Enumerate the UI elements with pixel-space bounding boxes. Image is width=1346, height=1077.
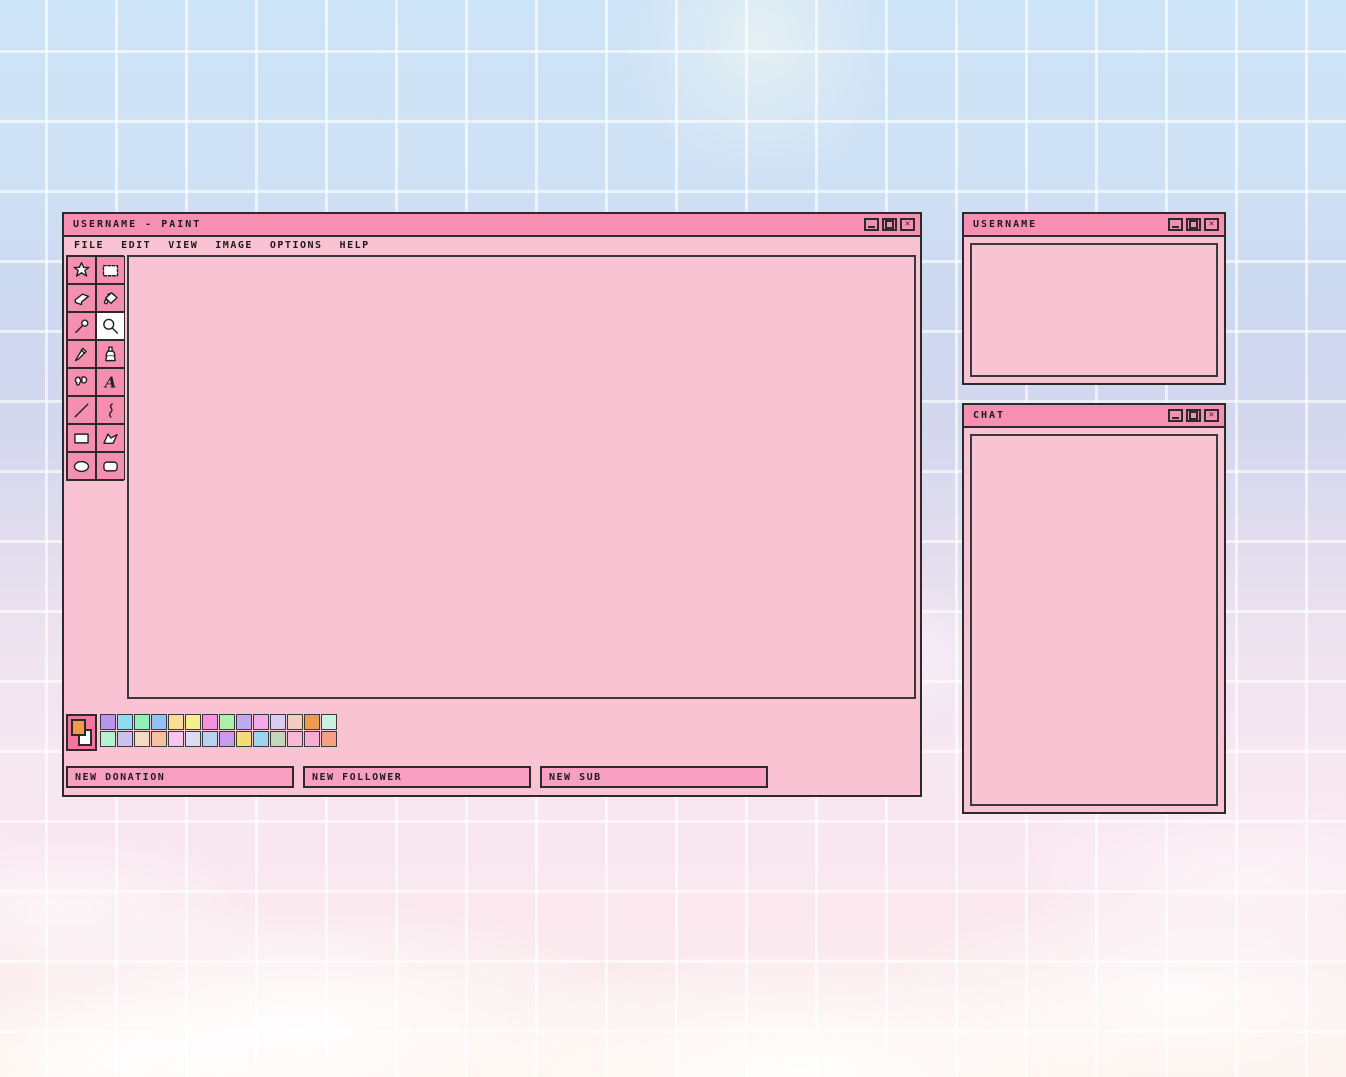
color-swatch-1-14[interactable] bbox=[321, 714, 337, 730]
event-bar-label: NEW FOLLOWER bbox=[305, 772, 402, 783]
event-bars: NEW DONATION NEW FOLLOWER NEW SUB bbox=[66, 766, 768, 788]
color-swatch-1-13[interactable] bbox=[304, 714, 320, 730]
minimize-button[interactable] bbox=[864, 218, 879, 231]
paint-window: USERNAME - PAINT FILE EDIT VIEW IMAGE OPTION… bbox=[62, 212, 922, 797]
username-window: USERNAME bbox=[962, 212, 1226, 385]
menu-item-image[interactable]: IMAGE bbox=[215, 240, 253, 251]
maximize-button[interactable] bbox=[1186, 218, 1201, 231]
tool-curve-icon[interactable] bbox=[96, 396, 125, 424]
chat-window-titlebar[interactable]: CHAT bbox=[964, 405, 1224, 428]
new-donation-bar: NEW DONATION bbox=[66, 766, 294, 788]
menu-item-help[interactable]: HELP bbox=[340, 240, 370, 251]
maximize-button[interactable] bbox=[882, 218, 897, 231]
color-swatch-1-8[interactable] bbox=[219, 714, 235, 730]
color-swatch-1-12[interactable] bbox=[287, 714, 303, 730]
new-sub-bar: NEW SUB bbox=[540, 766, 768, 788]
color-swatch-2-14[interactable] bbox=[321, 731, 337, 747]
color-swatch-2-7[interactable] bbox=[202, 731, 218, 747]
paint-canvas[interactable] bbox=[127, 255, 916, 699]
color-swatch-1-9[interactable] bbox=[236, 714, 252, 730]
color-swatch-2-13[interactable] bbox=[304, 731, 320, 747]
tool-brush-icon[interactable] bbox=[96, 340, 125, 368]
username-window-controls bbox=[1168, 218, 1224, 231]
tool-freeform-select-icon[interactable] bbox=[67, 256, 96, 284]
menu-item-edit[interactable]: EDIT bbox=[121, 240, 151, 251]
new-follower-bar: NEW FOLLOWER bbox=[303, 766, 531, 788]
color-swatch-2-6[interactable] bbox=[185, 731, 201, 747]
menu-item-options[interactable]: OPTIONS bbox=[270, 240, 323, 251]
color-swatch-2-2[interactable] bbox=[117, 731, 133, 747]
color-swatch-2-11[interactable] bbox=[270, 731, 286, 747]
color-swatch-2-12[interactable] bbox=[287, 731, 303, 747]
event-bar-label: NEW SUB bbox=[542, 772, 602, 783]
minimize-button[interactable] bbox=[1168, 409, 1183, 422]
color-swatch-1-10[interactable] bbox=[253, 714, 269, 730]
chat-window-title: CHAT bbox=[964, 410, 1005, 421]
current-colors-indicator[interactable] bbox=[66, 714, 97, 751]
color-swatch-1-7[interactable] bbox=[202, 714, 218, 730]
color-swatch-1-1[interactable] bbox=[100, 714, 116, 730]
chat-window-content bbox=[970, 434, 1218, 806]
tool-rectangle-icon[interactable] bbox=[67, 424, 96, 452]
menu-bar: FILE EDIT VIEW IMAGE OPTIONS HELP bbox=[64, 235, 920, 255]
desktop: USERNAME - PAINT FILE EDIT VIEW IMAGE OPTION… bbox=[0, 0, 1346, 1077]
tool-rounded-rectangle-icon[interactable] bbox=[96, 452, 125, 480]
foreground-color-swatch bbox=[71, 719, 86, 736]
color-swatch-2-3[interactable] bbox=[134, 731, 150, 747]
paint-window-titlebar[interactable]: USERNAME - PAINT bbox=[64, 214, 920, 237]
tool-pencil-icon[interactable] bbox=[67, 340, 96, 368]
tool-eraser-icon[interactable] bbox=[67, 284, 96, 312]
tool-polygon-icon[interactable] bbox=[96, 424, 125, 452]
color-swatch-2-8[interactable] bbox=[219, 731, 235, 747]
tool-line-icon[interactable] bbox=[67, 396, 96, 424]
color-swatch-1-2[interactable] bbox=[117, 714, 133, 730]
event-bar-label: NEW DONATION bbox=[68, 772, 165, 783]
close-button[interactable] bbox=[900, 218, 915, 231]
tool-select-icon[interactable] bbox=[96, 256, 125, 284]
username-window-titlebar[interactable]: USERNAME bbox=[964, 214, 1224, 237]
tool-ellipse-icon[interactable] bbox=[67, 452, 96, 480]
color-palette bbox=[100, 714, 337, 747]
color-swatch-1-6[interactable] bbox=[185, 714, 201, 730]
paint-window-title: USERNAME - PAINT bbox=[64, 219, 201, 230]
color-swatch-1-11[interactable] bbox=[270, 714, 286, 730]
color-swatch-2-5[interactable] bbox=[168, 731, 184, 747]
close-button[interactable] bbox=[1204, 218, 1219, 231]
color-swatch-1-4[interactable] bbox=[151, 714, 167, 730]
maximize-button[interactable] bbox=[1186, 409, 1201, 422]
chat-window-controls bbox=[1168, 409, 1224, 422]
username-window-title: USERNAME bbox=[964, 219, 1037, 230]
chat-window: CHAT bbox=[962, 403, 1226, 814]
color-swatch-1-5[interactable] bbox=[168, 714, 184, 730]
menu-item-file[interactable]: FILE bbox=[74, 240, 104, 251]
color-swatch-2-9[interactable] bbox=[236, 731, 252, 747]
menu-item-view[interactable]: VIEW bbox=[168, 240, 198, 251]
color-swatch-2-4[interactable] bbox=[151, 731, 167, 747]
close-button[interactable] bbox=[1204, 409, 1219, 422]
tool-palette: A bbox=[66, 255, 124, 481]
paint-window-controls bbox=[864, 218, 920, 231]
palette-row-2 bbox=[100, 731, 337, 747]
minimize-button[interactable] bbox=[1168, 218, 1183, 231]
color-swatch-2-1[interactable] bbox=[100, 731, 116, 747]
svg-text:A: A bbox=[103, 373, 117, 391]
color-swatch-1-3[interactable] bbox=[134, 714, 150, 730]
tool-eyedropper-icon[interactable] bbox=[67, 312, 96, 340]
tool-magnifier-icon[interactable] bbox=[96, 312, 125, 340]
username-window-content bbox=[970, 243, 1218, 377]
tool-text-icon[interactable]: A bbox=[96, 368, 125, 396]
color-swatch-2-10[interactable] bbox=[253, 731, 269, 747]
palette-row-1 bbox=[100, 714, 337, 730]
tool-fill-icon[interactable] bbox=[96, 284, 125, 312]
tool-airbrush-icon[interactable] bbox=[67, 368, 96, 396]
